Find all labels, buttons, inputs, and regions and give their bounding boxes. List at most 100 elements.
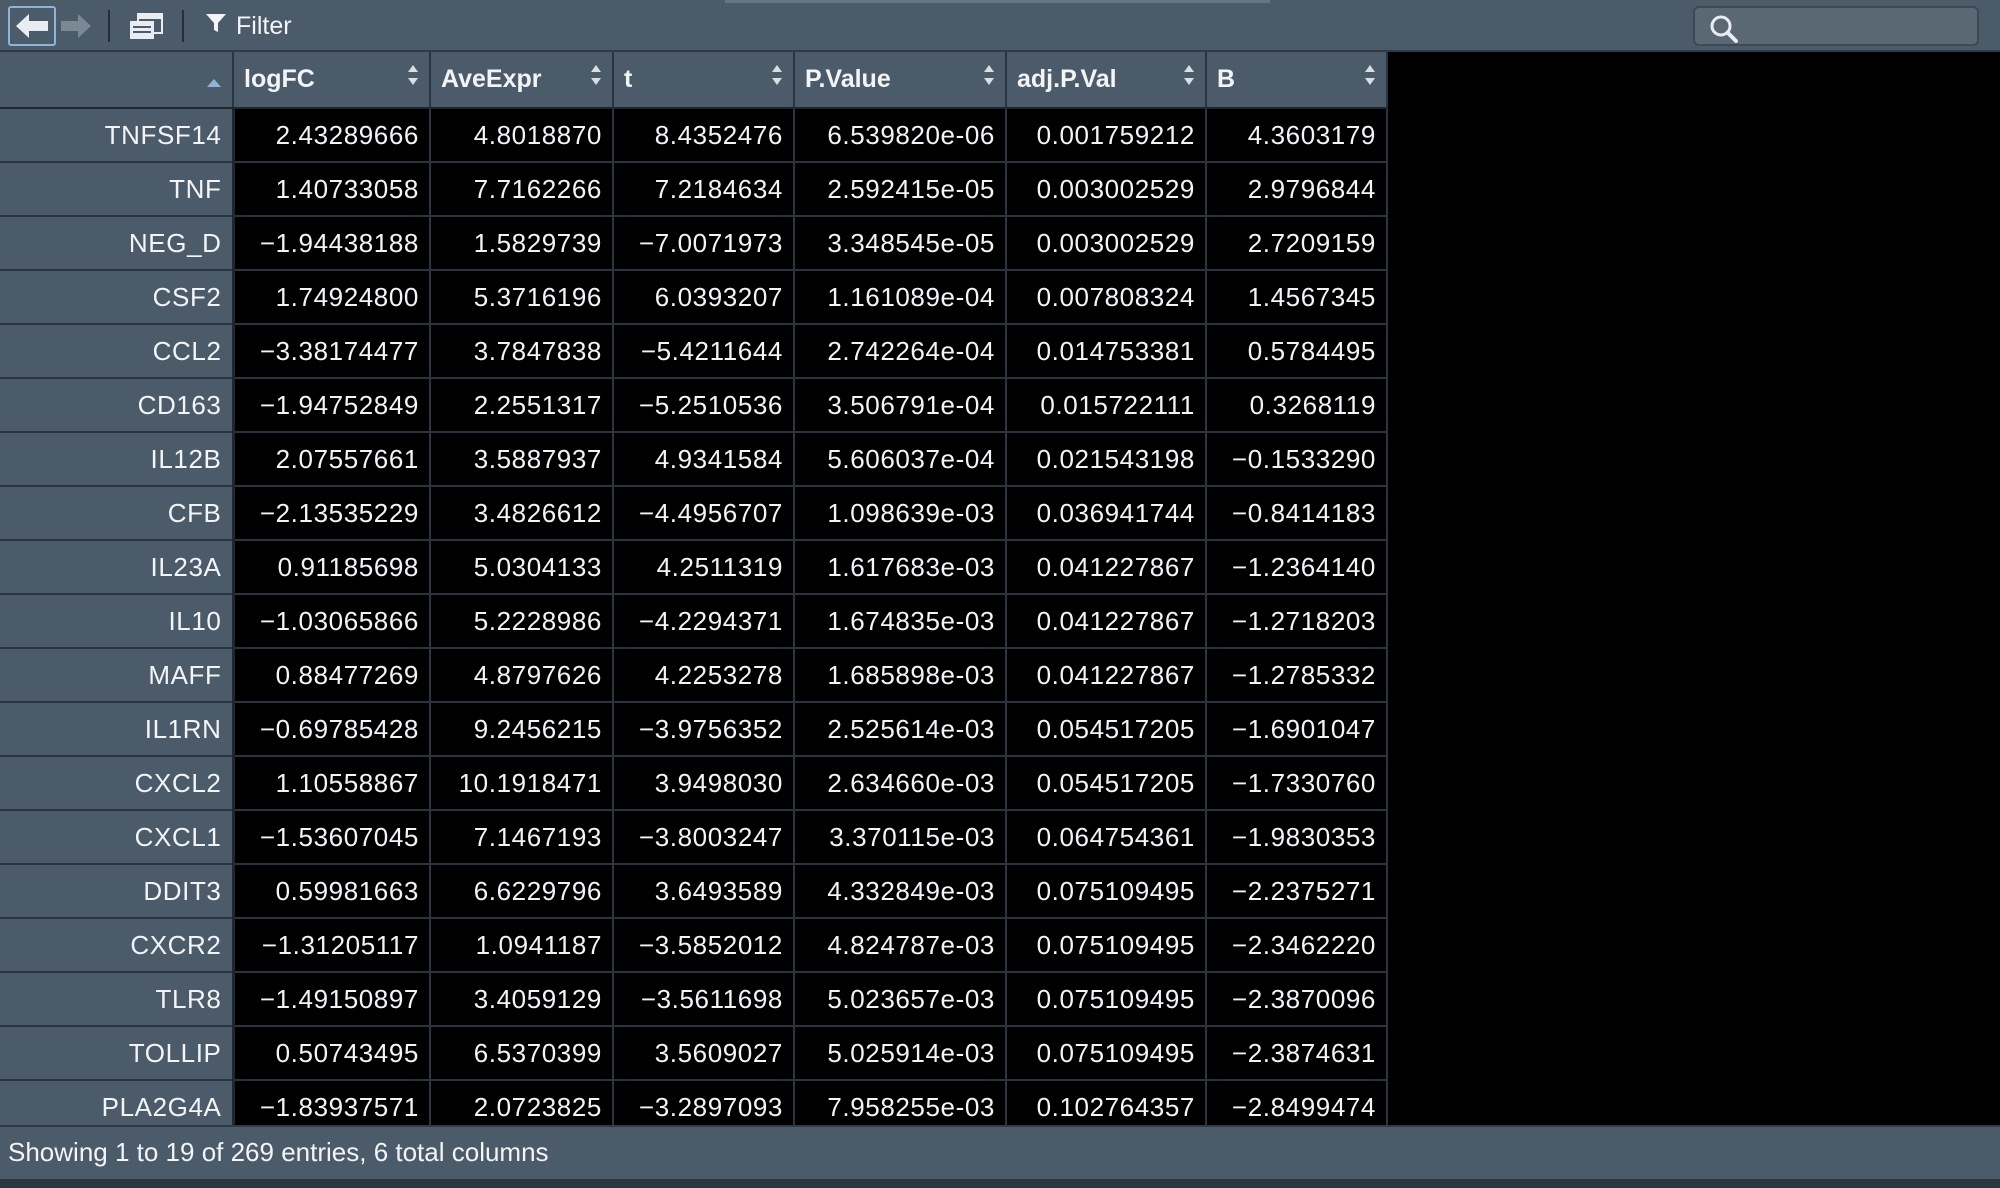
cell-b: −1.2785332: [1206, 648, 1388, 703]
column-header-t[interactable]: t: [613, 52, 795, 109]
cell-t: −3.5852012: [613, 918, 795, 973]
search-input[interactable]: [1745, 12, 1971, 42]
table-row[interactable]: DDIT3 0.59981663 6.6229796 3.6493589 4.33284…: [0, 864, 1388, 919]
cell-b: −2.3874631: [1206, 1026, 1388, 1081]
cell-b: −1.2364140: [1206, 540, 1388, 595]
table-row[interactable]: CSF2 1.74924800 5.3716196 6.0393207 1.161089…: [0, 270, 1388, 325]
cell-logfc: 0.59981663: [233, 864, 431, 919]
sort-arrows-icon: [771, 62, 783, 88]
table-row[interactable]: CD163 −1.94752849 2.2551317 −5.2510536 3.506…: [0, 378, 1388, 433]
sort-arrows-icon: [407, 62, 419, 88]
back-button[interactable]: [8, 6, 56, 46]
cell-adjpval: 0.021543198: [1006, 432, 1207, 487]
bottom-strip: [0, 1179, 2000, 1188]
cell-aveexpr: 7.7162266: [430, 162, 614, 217]
row-name-cell: IL12B: [0, 432, 235, 487]
cell-adjpval: 0.041227867: [1006, 540, 1207, 595]
sort-arrows-icon: [983, 62, 995, 88]
cell-t: −4.4956707: [613, 486, 795, 541]
cell-adjpval: 0.041227867: [1006, 648, 1207, 703]
column-header-rowname[interactable]: [0, 52, 234, 109]
cell-adjpval: 0.075109495: [1006, 972, 1207, 1027]
table-row[interactable]: TNFSF14 2.43289666 4.8018870 8.4352476 6.539…: [0, 108, 1388, 163]
column-header-logfc[interactable]: logFC: [233, 52, 431, 109]
cell-b: 2.7209159: [1206, 216, 1388, 271]
cell-t: 3.5609027: [613, 1026, 795, 1081]
column-header-b[interactable]: B: [1206, 52, 1388, 109]
sort-ascending-icon: [206, 66, 222, 95]
cell-t: 8.4352476: [613, 108, 795, 163]
cell-t: 6.0393207: [613, 270, 795, 325]
table-row[interactable]: TNF 1.40733058 7.7162266 7.2184634 2.592415e…: [0, 162, 1388, 217]
table-row[interactable]: CCL2 −3.38174477 3.7847838 −5.4211644 2.7422…: [0, 324, 1388, 379]
table-row[interactable]: IL12B 2.07557661 3.5887937 4.9341584 5.60603…: [0, 432, 1388, 487]
cell-aveexpr: 1.5829739: [430, 216, 614, 271]
filter-funnel-icon: [204, 11, 228, 42]
table-row[interactable]: IL23A 0.91185698 5.0304133 4.2511319 1.61768…: [0, 540, 1388, 595]
cell-adjpval: 0.075109495: [1006, 918, 1207, 973]
toolbar: Filter: [0, 0, 2000, 52]
row-name-cell: TNF: [0, 162, 235, 217]
entries-status-text: Showing 1 to 19 of 269 entries, 6 total …: [8, 1137, 549, 1167]
cell-pvalue: 6.539820e-06: [794, 108, 1007, 163]
cell-t: −5.4211644: [613, 324, 795, 379]
cell-b: −1.2718203: [1206, 594, 1388, 649]
table-body: TNFSF14 2.43289666 4.8018870 8.4352476 6.539…: [0, 108, 1388, 1135]
data-viewer: Filter logFC AveExpr t P.Value adj.P.Val…: [0, 0, 2000, 1188]
table-row[interactable]: NEG_D −1.94438188 1.5829739 −7.0071973 3.348…: [0, 216, 1388, 271]
cell-logfc: −1.31205117: [233, 918, 431, 973]
cell-aveexpr: 3.5887937: [430, 432, 614, 487]
cell-t: 3.6493589: [613, 864, 795, 919]
cell-pvalue: 5.023657e-03: [794, 972, 1007, 1027]
cell-aveexpr: 10.1918471: [430, 756, 614, 811]
table-row[interactable]: IL10 −1.03065866 5.2228986 −4.2294371 1.6748…: [0, 594, 1388, 649]
sort-arrows-icon: [590, 62, 602, 88]
table-row[interactable]: CFB −2.13535229 3.4826612 −4.4956707 1.09863…: [0, 486, 1388, 541]
cell-t: −5.2510536: [613, 378, 795, 433]
cell-pvalue: 1.617683e-03: [794, 540, 1007, 595]
cell-logfc: 1.10558867: [233, 756, 431, 811]
search-box[interactable]: [1693, 6, 1979, 46]
cell-t: −3.8003247: [613, 810, 795, 865]
table-row[interactable]: MAFF 0.88477269 4.8797626 4.2253278 1.685898…: [0, 648, 1388, 703]
cell-aveexpr: 5.3716196: [430, 270, 614, 325]
table-row[interactable]: IL1RN −0.69785428 9.2456215 −3.9756352 2.525…: [0, 702, 1388, 757]
table-row[interactable]: CXCL2 1.10558867 10.1918471 3.9498030 2.6346…: [0, 756, 1388, 811]
table-row[interactable]: TOLLIP 0.50743495 6.5370399 3.5609027 5.0259…: [0, 1026, 1388, 1081]
cell-logfc: −2.13535229: [233, 486, 431, 541]
cell-logfc: −1.49150897: [233, 972, 431, 1027]
cell-logfc: 0.88477269: [233, 648, 431, 703]
table-row[interactable]: CXCR2 −1.31205117 1.0941187 −3.5852012 4.824…: [0, 918, 1388, 973]
cell-aveexpr: 9.2456215: [430, 702, 614, 757]
cell-b: −2.3870096: [1206, 972, 1388, 1027]
row-name-cell: CXCR2: [0, 918, 235, 973]
cell-aveexpr: 5.2228986: [430, 594, 614, 649]
column-header-pvalue[interactable]: P.Value: [794, 52, 1007, 109]
cell-pvalue: 5.025914e-03: [794, 1026, 1007, 1081]
row-name-cell: MAFF: [0, 648, 235, 703]
column-header-aveexpr[interactable]: AveExpr: [430, 52, 614, 109]
sort-arrows-icon: [1364, 62, 1376, 88]
cell-t: −7.0071973: [613, 216, 795, 271]
cell-pvalue: 4.824787e-03: [794, 918, 1007, 973]
cell-b: −1.9830353: [1206, 810, 1388, 865]
row-name-cell: TLR8: [0, 972, 235, 1027]
cell-logfc: −1.03065866: [233, 594, 431, 649]
cell-adjpval: 0.075109495: [1006, 1026, 1207, 1081]
row-name-cell: CXCL1: [0, 810, 235, 865]
table-row[interactable]: CXCL1 −1.53607045 7.1467193 −3.8003247 3.370…: [0, 810, 1388, 865]
column-header-adjpval[interactable]: adj.P.Val: [1006, 52, 1207, 109]
cell-pvalue: 3.370115e-03: [794, 810, 1007, 865]
cell-b: −1.7330760: [1206, 756, 1388, 811]
cell-aveexpr: 3.4059129: [430, 972, 614, 1027]
popout-button[interactable]: [122, 6, 170, 46]
forward-button[interactable]: [56, 6, 96, 46]
cell-aveexpr: 1.0941187: [430, 918, 614, 973]
cell-adjpval: 0.036941744: [1006, 486, 1207, 541]
cell-adjpval: 0.014753381: [1006, 324, 1207, 379]
filter-button[interactable]: Filter: [204, 6, 292, 46]
cell-adjpval: 0.007808324: [1006, 270, 1207, 325]
cell-b: −0.1533290: [1206, 432, 1388, 487]
cell-adjpval: 0.003002529: [1006, 162, 1207, 217]
table-row[interactable]: TLR8 −1.49150897 3.4059129 −3.5611698 5.0236…: [0, 972, 1388, 1027]
